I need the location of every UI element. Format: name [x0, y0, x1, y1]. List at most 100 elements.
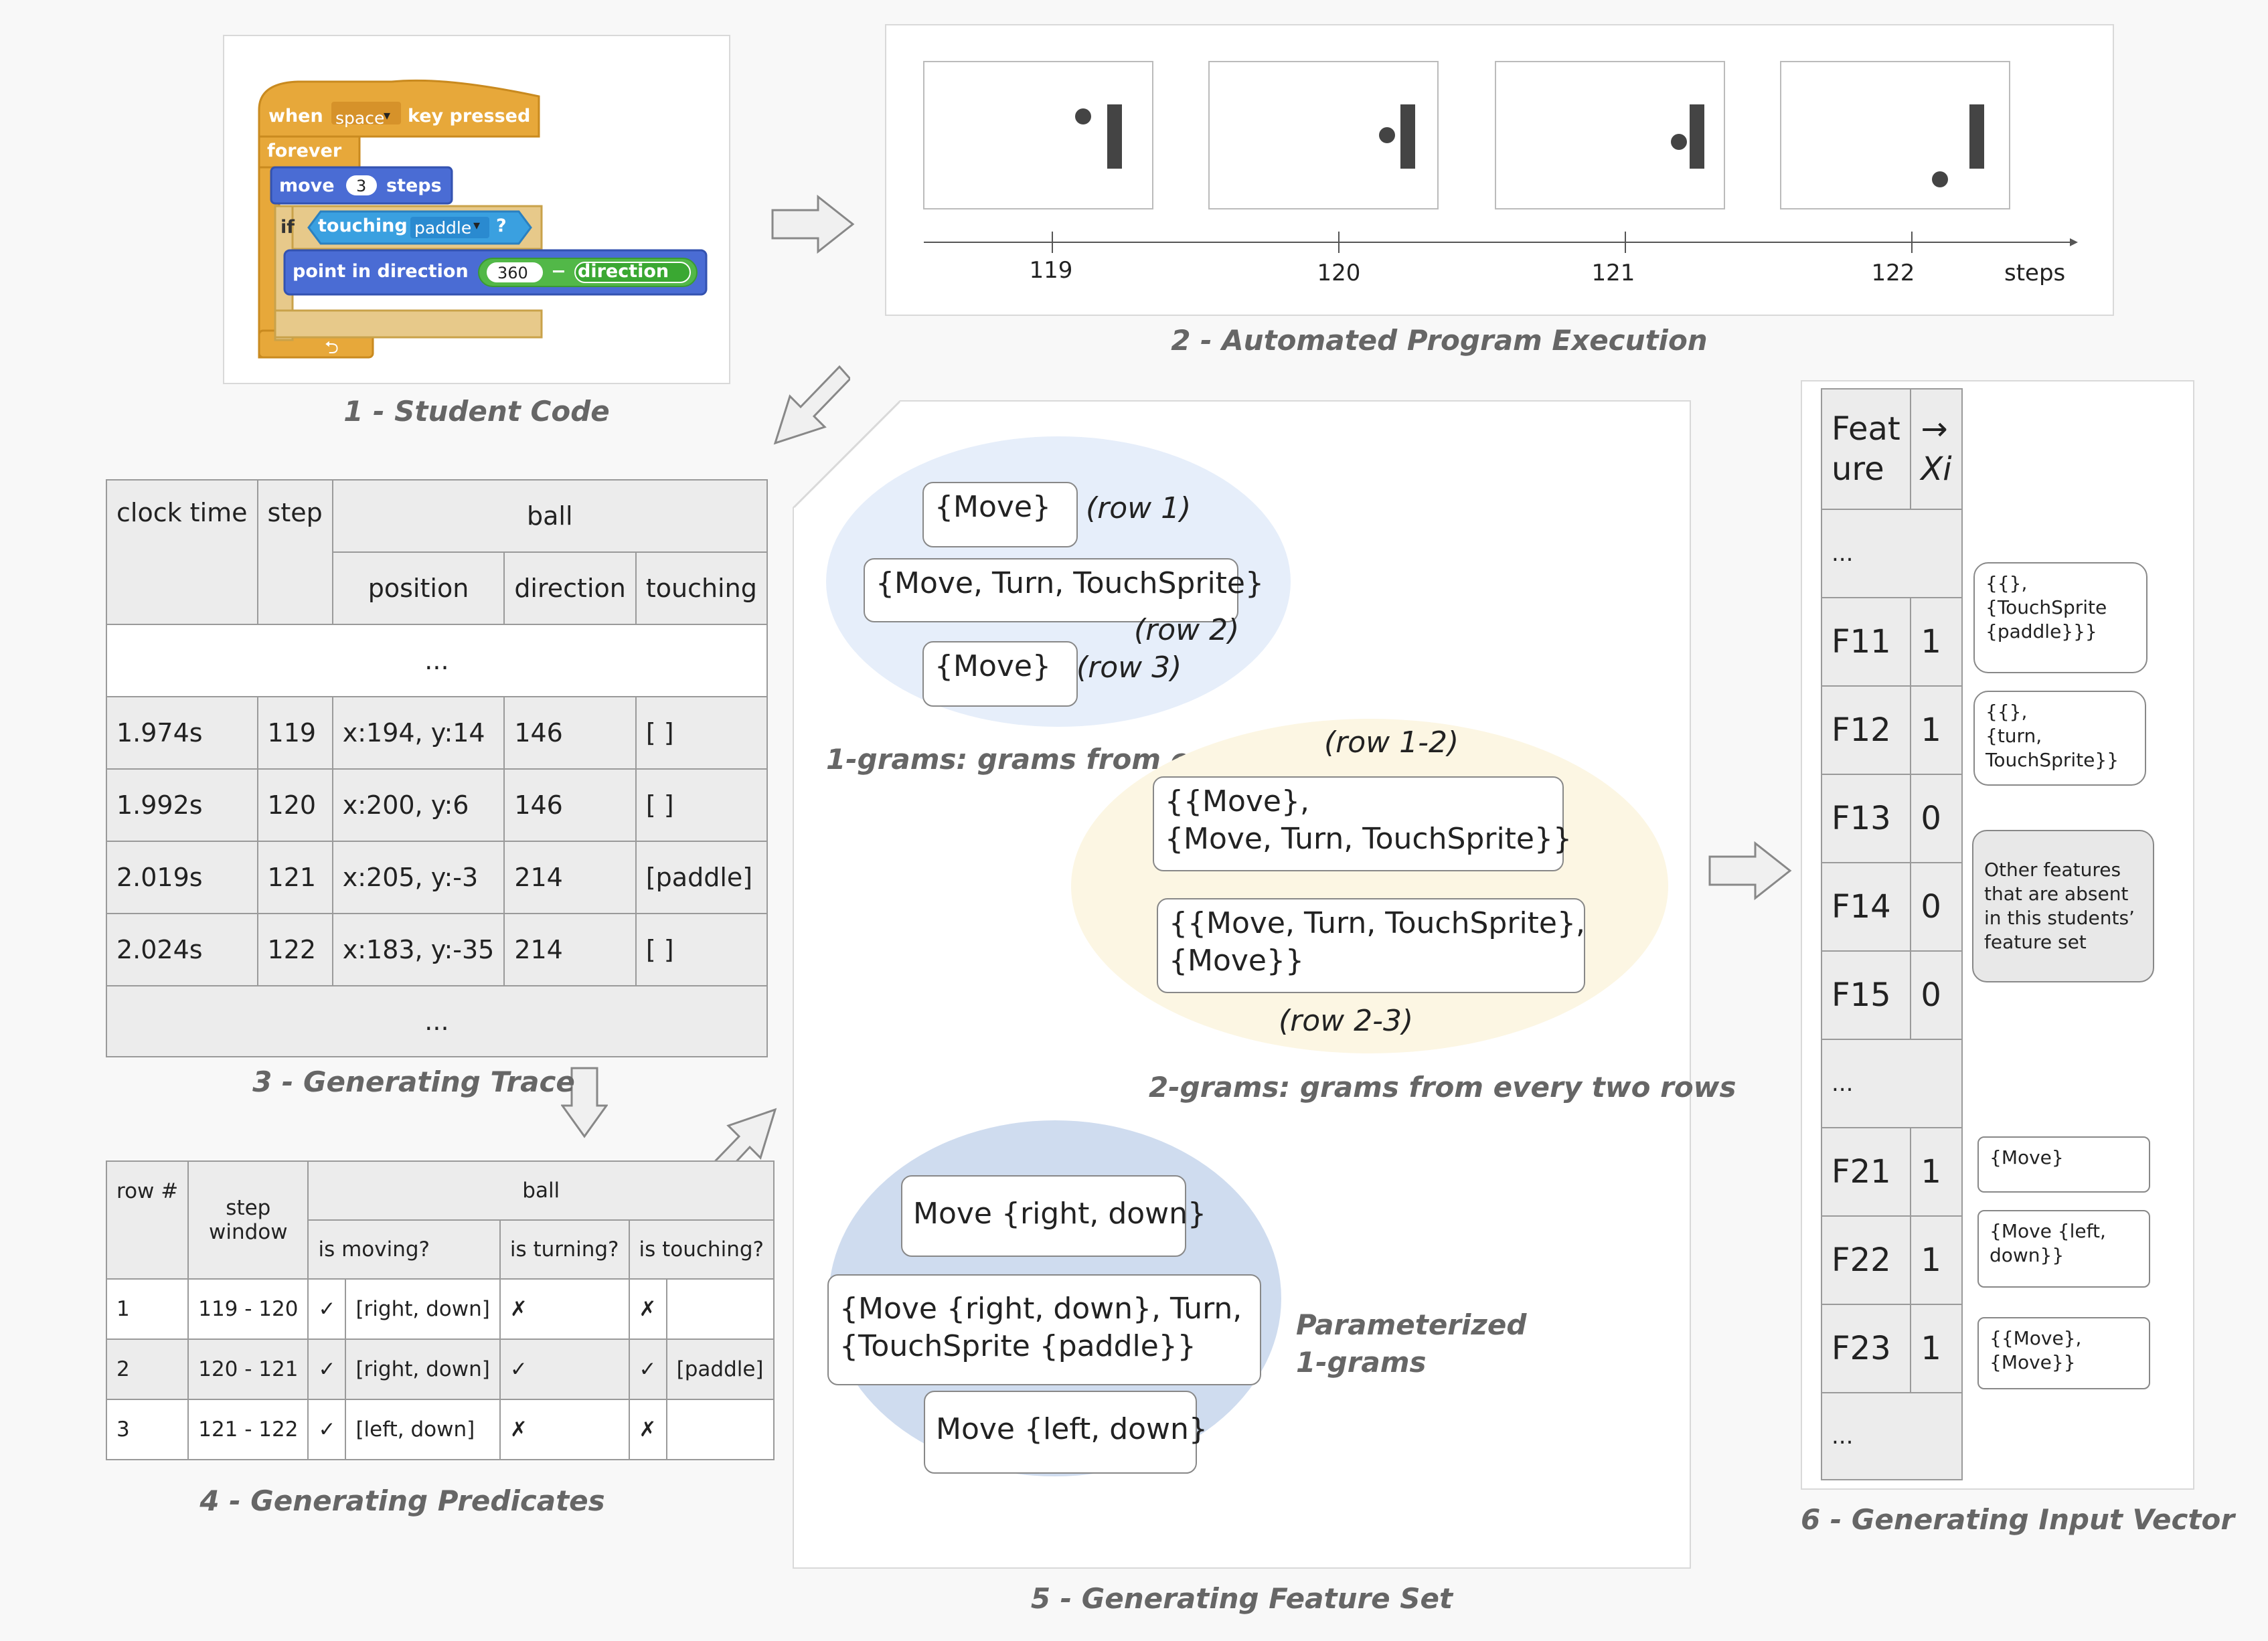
pred-cell: 1 [105, 1278, 189, 1340]
feature-note: {{}, {turn, TouchSprite}} [1973, 691, 2146, 786]
block-point-in-direction: point in direction [293, 261, 469, 282]
feature-value: 1 [1910, 685, 1963, 775]
block-360[interactable]: 360 [497, 264, 528, 282]
pred-cell: 2 [105, 1338, 189, 1400]
row-label: (row 3) [1076, 651, 1182, 685]
cross-icon: ✗ [628, 1278, 667, 1340]
pred-header-touching: is touching? [628, 1219, 775, 1280]
tick-label: 120 [1317, 260, 1361, 286]
cross-icon: ✗ [628, 1399, 667, 1460]
arrow-icon [1708, 841, 1792, 901]
chevron-down-icon[interactable]: ▾ [384, 107, 390, 123]
table-row: 1.974s 119 x:194, y:14 146 [ ] [106, 696, 768, 770]
trace-header-clock: clock time [106, 479, 258, 625]
block-direction: direction [578, 261, 669, 282]
pred-cell: 121 - 122 [187, 1399, 309, 1460]
row-label: (row 1-2) [1324, 725, 1459, 760]
trace-cell: x:205, y:-3 [331, 841, 505, 914]
block-touching: touching [318, 215, 408, 236]
cross-icon: ✗ [499, 1278, 630, 1340]
feature-value: 1 [1910, 1215, 1963, 1305]
trace-cell: x:194, y:14 [331, 696, 505, 770]
trace-cell: x:200, y:6 [331, 768, 505, 842]
block-question: ? [496, 215, 507, 236]
scratch-blocks: ⮌ [258, 79, 708, 359]
tick-label: 122 [1871, 260, 1915, 286]
check-icon: ✓ [499, 1338, 630, 1400]
block-paddle[interactable]: paddle [414, 218, 471, 238]
caption-student-code: 1 - Student Code [343, 395, 610, 428]
pred-cell: 3 [105, 1399, 189, 1460]
pred-cell [665, 1278, 775, 1340]
caption-predicates: 4 - Generating Predicates [199, 1484, 605, 1517]
tick-label: 119 [1029, 257, 1073, 284]
vector-table: Feat ure → Xi ... F11 1 F12 1 F13 0 F14 0 F1… [1820, 388, 1963, 1480]
check-icon: ✓ [307, 1278, 347, 1340]
row-label: (row 1) [1086, 491, 1192, 525]
predicates-table: row # step window ball is moving? is tur… [105, 1160, 775, 1460]
pred-header-ball: ball [307, 1160, 775, 1221]
vector-header-feature: Feat ure [1820, 388, 1912, 510]
feature-value: 0 [1910, 774, 1963, 863]
pred-cell: [left, down] [345, 1399, 501, 1460]
table-row: 1 119 - 120 ✓ [right, down] ✗ ✗ [105, 1278, 775, 1340]
gram-box: Move {left, down} [924, 1391, 1208, 1474]
row-label: (row 2-3) [1279, 1004, 1414, 1038]
pred-header-turning: is turning? [499, 1219, 630, 1280]
block-key-pressed: key pressed [408, 106, 531, 126]
feature-value: 1 [1910, 597, 1963, 687]
table-row: F15 0 [1820, 950, 1963, 1040]
trace-cell: 119 [256, 696, 333, 770]
feature-value: 0 [1910, 862, 1963, 952]
feature-value: 0 [1910, 950, 1963, 1040]
feature-note: Other features that are absent in this s… [1972, 830, 2154, 982]
gram-box: {{Move}, {Move, Turn, TouchSprite}} [1153, 776, 1572, 871]
execution-panel: 119 120 121 122 steps [885, 24, 2114, 316]
caption-trace: 3 - Generating Trace [252, 1065, 575, 1098]
table-row: F11 1 [1820, 597, 1963, 687]
trace-table: clock time step ball position direction … [106, 479, 768, 1057]
table-row: F13 0 [1820, 774, 1963, 863]
pred-header-moving: is moving? [307, 1219, 501, 1280]
block-steps: steps [386, 175, 442, 196]
check-icon: ✓ [628, 1338, 667, 1400]
tick-label: 121 [1591, 260, 1635, 286]
caption-2grams: 2-grams: grams from every two rows [1149, 1071, 1736, 1104]
pred-cell: [right, down] [345, 1338, 501, 1400]
trace-ellipsis: ... [106, 985, 768, 1057]
feature-id: F22 [1820, 1215, 1912, 1305]
block-minus: − [551, 261, 566, 282]
feature-id: F23 [1820, 1304, 1912, 1393]
trace-header-touching: touching [635, 551, 768, 625]
pred-header-step-window: step window [187, 1160, 309, 1280]
trace-cell: 1.974s [106, 696, 258, 770]
table-row: 2.019s 121 x:205, y:-3 214 [paddle] [106, 841, 768, 914]
check-icon: ✓ [307, 1399, 347, 1460]
trace-cell: [paddle] [635, 841, 768, 914]
trace-cell: 146 [503, 768, 637, 842]
table-row: 2.024s 122 x:183, y:-35 214 [ ] [106, 913, 768, 986]
feature-value: 1 [1910, 1304, 1963, 1393]
block-steps-value[interactable]: 3 [356, 177, 366, 195]
table-row: 2 120 - 121 ✓ [right, down] ✓ ✓ [paddle] [105, 1338, 775, 1400]
bigram-bubble [1071, 719, 1668, 1053]
feature-note: {{Move}, {Move}} [1977, 1317, 2150, 1389]
block-when: when [268, 106, 323, 126]
trace-cell: 120 [256, 768, 333, 842]
axis-label-steps: steps [2004, 260, 2066, 286]
pred-cell: 119 - 120 [187, 1278, 309, 1340]
vector-ellipsis: ... [1821, 1039, 1963, 1128]
trace-header-direction: direction [503, 551, 637, 625]
table-row: 1.992s 120 x:200, y:6 146 [ ] [106, 768, 768, 842]
pred-cell [665, 1399, 775, 1460]
arrow-icon [771, 194, 855, 254]
trace-cell: 214 [503, 841, 637, 914]
vector-header-xi: → Xi [1910, 388, 1963, 510]
block-move: move [279, 175, 335, 196]
pred-header-row: row # [105, 1160, 189, 1280]
trace-cell: 121 [256, 841, 333, 914]
block-key[interactable]: space [335, 108, 384, 128]
row-label: (row 2) [1134, 613, 1240, 647]
chevron-down-icon[interactable]: ▾ [473, 217, 480, 233]
student-code-panel: ⮌ when space ▾ key pressed forever move … [223, 35, 730, 384]
